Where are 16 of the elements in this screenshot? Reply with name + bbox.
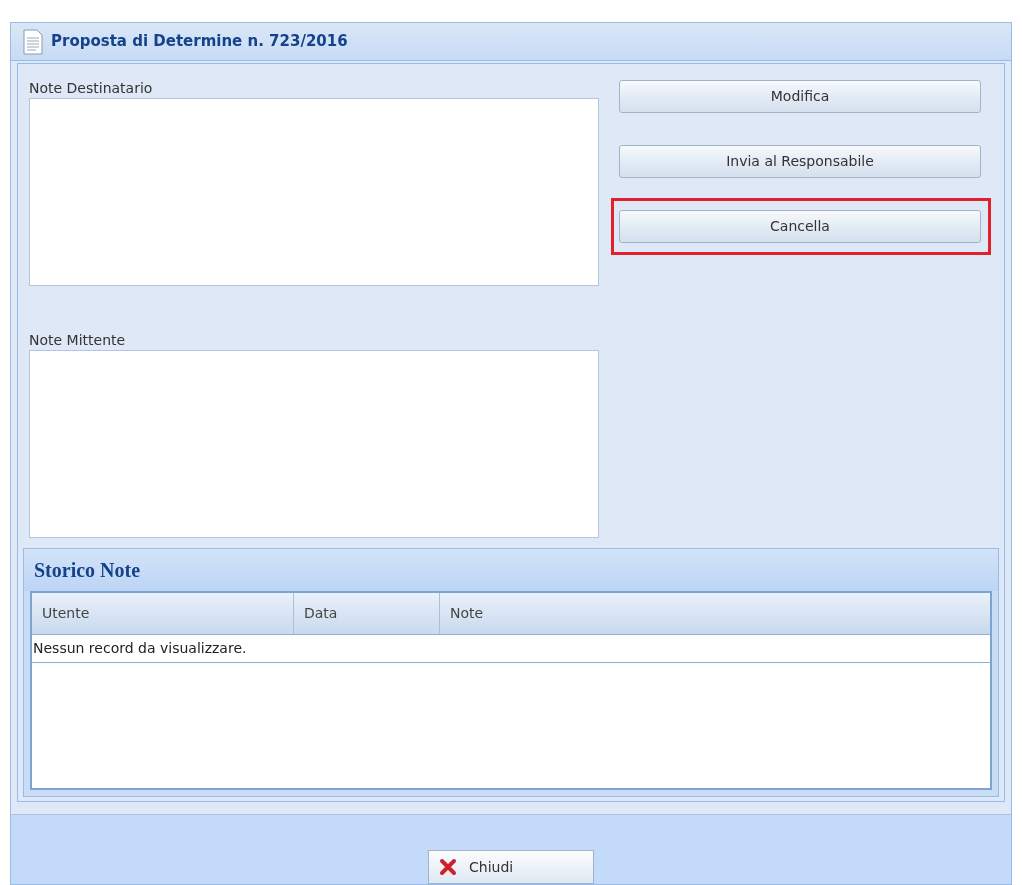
- action-button[interactable]: Invia al Responsabile: [619, 145, 981, 178]
- action-button[interactable]: Cancella: [619, 210, 981, 243]
- panel-title: Storico Note: [34, 558, 141, 583]
- column-header[interactable]: Note: [440, 593, 990, 634]
- column-header[interactable]: Utente: [32, 593, 294, 634]
- document-icon: [23, 28, 43, 55]
- column-header[interactable]: Data: [294, 593, 440, 634]
- empty-message: Nessun record da visualizzare.: [32, 639, 247, 658]
- notes-field[interactable]: [29, 98, 599, 286]
- action-button[interactable]: Modifica: [619, 80, 981, 113]
- close-icon: [439, 858, 457, 876]
- field-label: Note Mittente: [29, 331, 127, 350]
- notes-field[interactable]: [29, 350, 599, 538]
- field-label: Note Destinatario: [29, 79, 154, 98]
- window-title: Proposta di Determine n. 723/2016: [51, 31, 348, 53]
- close-button[interactable]: Chiudi: [428, 850, 594, 884]
